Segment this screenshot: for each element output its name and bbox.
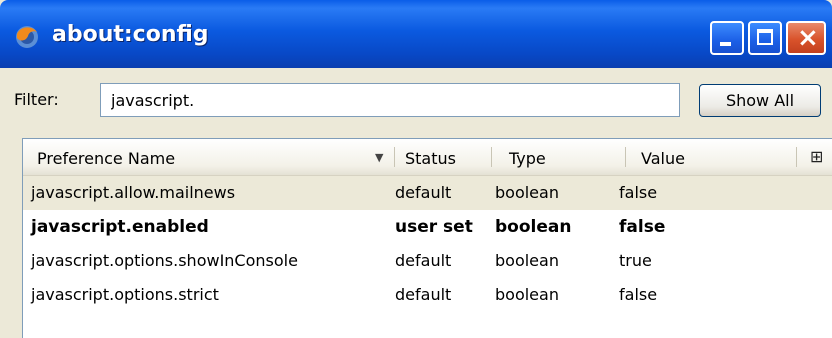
preference-type: boolean [495,217,572,237]
column-divider[interactable] [394,147,395,167]
filter-input[interactable] [100,83,680,117]
preferences-tree[interactable]: Preference Name ▼ Status Type Value ⊞ ja… [22,138,832,338]
close-icon: × [797,23,819,53]
preference-type: boolean [495,183,559,202]
minimize-button[interactable] [710,21,744,55]
window-title: about:config [52,22,209,47]
column-divider[interactable] [491,147,492,167]
filter-label: Filter: [14,90,59,109]
preference-status: user set [395,217,473,237]
table-row[interactable]: javascript.enabled user set boolean fals… [23,210,832,244]
preference-name: javascript.enabled [31,217,209,237]
table-row[interactable]: javascript.allow.mailnews default boolea… [23,176,832,210]
preference-value: false [619,285,658,304]
preference-value: true [619,251,652,270]
table-row[interactable]: javascript.options.strict default boolea… [23,278,832,312]
sort-descending-icon: ▼ [375,151,384,164]
title-bar[interactable]: about:config × [0,0,832,68]
about-config-window: about:config × Filter: Show All Preferen… [0,0,832,338]
maximize-icon [757,29,773,45]
maximize-button[interactable] [748,21,782,55]
column-divider[interactable] [796,147,797,167]
preference-name: javascript.options.showInConsole [31,251,298,270]
preference-type: boolean [495,251,559,270]
preference-name: javascript.options.strict [31,285,219,304]
show-all-button[interactable]: Show All [699,84,821,117]
column-header-type[interactable]: Type [509,149,546,168]
preference-value: false [619,217,666,237]
preference-value: false [619,183,658,202]
preference-type: boolean [495,285,559,304]
minimize-icon [720,42,731,46]
column-picker-icon[interactable]: ⊞ [810,147,823,166]
column-header-status[interactable]: Status [405,149,456,168]
firefox-logo-icon [16,26,38,48]
column-header-value[interactable]: Value [641,149,685,168]
table-row[interactable]: javascript.options.showInConsole default… [23,244,832,278]
preference-status: default [395,285,452,304]
column-divider[interactable] [625,147,626,167]
column-header-preference-name[interactable]: Preference Name [37,149,175,168]
preference-status: default [395,183,452,202]
preference-status: default [395,251,452,270]
preference-name: javascript.allow.mailnews [31,183,236,202]
close-button[interactable]: × [786,21,826,55]
column-header: Preference Name ▼ Status Type Value ⊞ [23,139,832,176]
